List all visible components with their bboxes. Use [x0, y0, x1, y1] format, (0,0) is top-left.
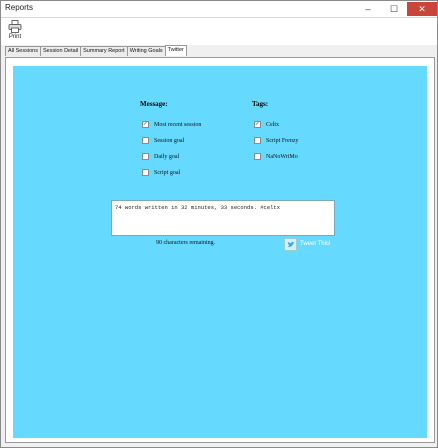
printer-icon [8, 20, 22, 33]
option-label: Celtx [266, 121, 279, 128]
option-label: Most recent session [154, 121, 202, 128]
toolbar: Print [1, 18, 437, 45]
checkbox[interactable]: ✓ [142, 121, 149, 128]
checkbox[interactable] [142, 137, 149, 144]
check-mark-icon: ✓ [143, 122, 148, 127]
close-button[interactable]: ✕ [407, 2, 437, 16]
tweet-button-label: Tweet This! [300, 241, 331, 247]
checkbox[interactable] [142, 169, 149, 176]
option-script-goal[interactable]: Script goal [142, 169, 180, 176]
tweet-this-button[interactable]: Tweet This! [284, 237, 331, 251]
twitter-bird-icon [284, 237, 297, 251]
tag-script-frenzy[interactable]: Script Frenzy [254, 137, 299, 144]
tab-summary-report[interactable]: Summary Report [80, 46, 128, 56]
option-session-goal[interactable]: Session goal [142, 137, 184, 144]
checkbox[interactable] [254, 153, 261, 160]
maximize-button[interactable]: ☐ [381, 2, 407, 16]
tab-session-detail[interactable]: Session Detail [39, 46, 82, 56]
window-title: Reports [5, 3, 34, 12]
title-bar: Reports – ☐ ✕ [1, 1, 437, 18]
tag-celtx[interactable]: ✓ Celtx [254, 121, 279, 128]
checkbox[interactable] [254, 137, 261, 144]
option-daily-goal[interactable]: Daily goal [142, 153, 179, 160]
checkbox[interactable] [142, 153, 149, 160]
tags-heading: Tags: [252, 100, 269, 108]
option-label: Script Frenzy [266, 137, 299, 144]
tab-twitter[interactable]: Twitter [164, 45, 187, 56]
option-most-recent-session[interactable]: ✓ Most recent session [142, 121, 201, 128]
tweet-text-input[interactable]: 74 words written in 32 minutes, 33 secon… [111, 200, 335, 236]
tab-all-sessions[interactable]: All Sessions [5, 46, 41, 56]
minimize-button[interactable]: – [355, 2, 381, 16]
twitter-tab-panel: Message: Tags: ✓ Most recent session Ses… [5, 57, 435, 443]
check-mark-icon: ✓ [255, 122, 260, 127]
option-label: Script goal [154, 169, 181, 176]
option-label: Session goal [154, 137, 185, 144]
print-button[interactable]: Print [5, 20, 25, 44]
option-label: Daily goal [154, 153, 180, 160]
twitter-panel: Message: Tags: ✓ Most recent session Ses… [13, 66, 427, 438]
print-label: Print [8, 34, 22, 40]
option-label: NaNoWriMo [266, 153, 298, 160]
characters-remaining: 90 characters remaining. [156, 240, 216, 246]
checkbox[interactable]: ✓ [254, 121, 261, 128]
report-tabs: All Sessions Session Detail Summary Repo… [5, 45, 187, 57]
tab-writing-goals[interactable]: Writing Goals [126, 46, 166, 56]
tag-nanowrimo[interactable]: NaNoWriMo [254, 153, 298, 160]
reports-window: Reports – ☐ ✕ Print All Sessions Session… [0, 0, 438, 448]
message-heading: Message: [140, 100, 168, 108]
window-controls: – ☐ ✕ [355, 1, 437, 17]
